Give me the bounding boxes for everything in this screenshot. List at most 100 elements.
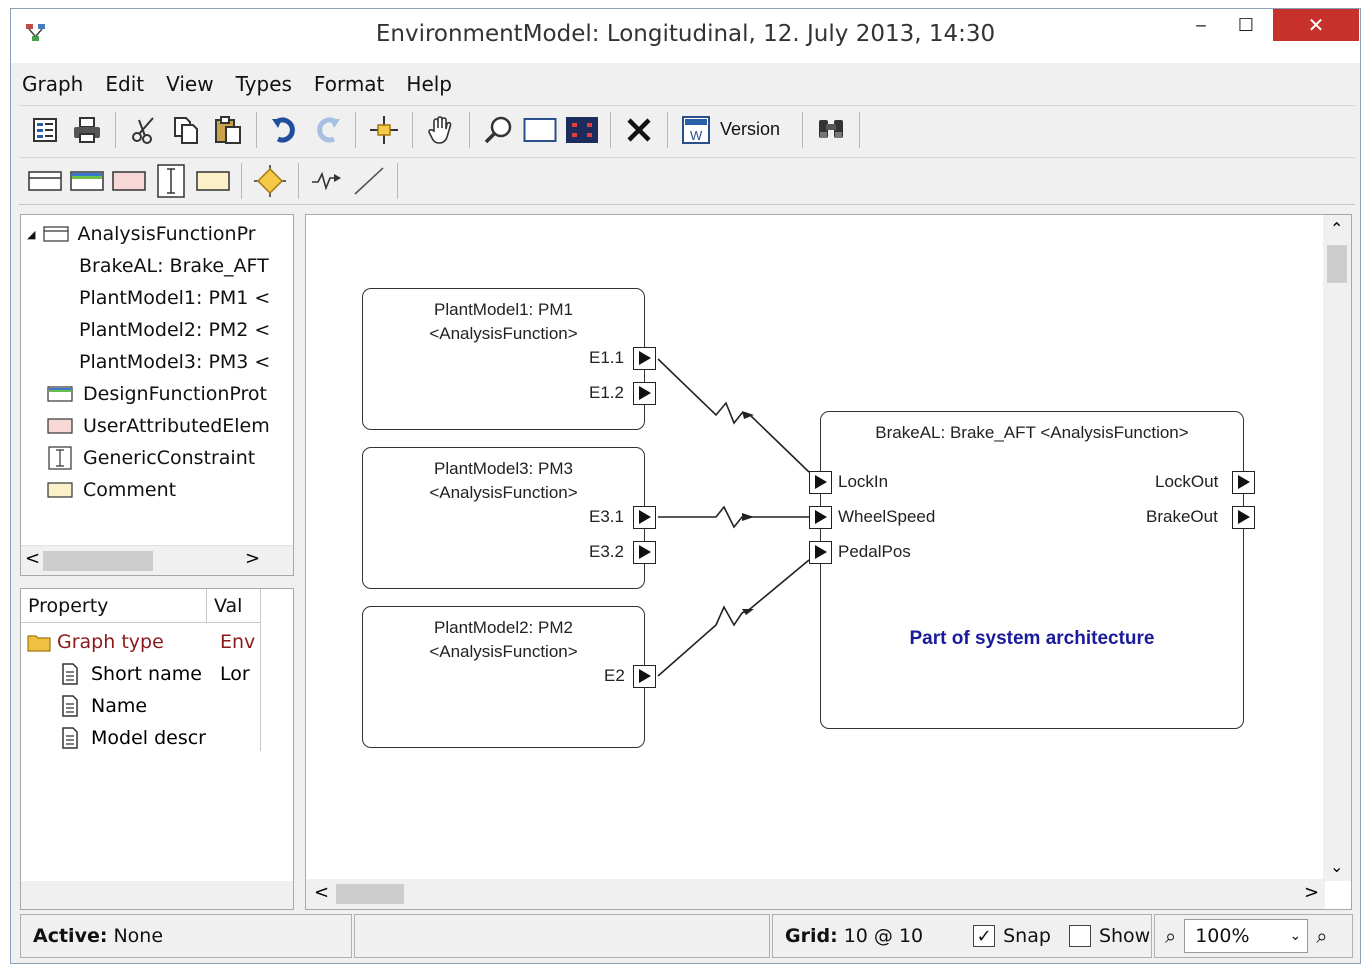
pan-button[interactable] <box>423 112 459 148</box>
scroll-up-icon[interactable]: ⌃ <box>1330 219 1343 238</box>
port-e3-2[interactable] <box>633 541 656 564</box>
user-attributed-tool[interactable] <box>111 163 147 199</box>
canvas-vertical-scrollbar[interactable]: ⌃ ⌄ <box>1323 215 1351 881</box>
rectangle-icon <box>523 117 557 142</box>
main-toolbar: W Version <box>19 105 1355 153</box>
print-button[interactable] <box>69 112 105 148</box>
scroll-right-icon[interactable]: > <box>245 548 260 569</box>
zoom-out-icon[interactable]: ⌕ <box>1165 924 1176 948</box>
redo-button[interactable] <box>309 112 345 148</box>
scroll-left-icon[interactable]: < <box>314 882 329 903</box>
analysis-function-tool[interactable] <box>27 163 63 199</box>
delete-button[interactable] <box>621 112 657 148</box>
toolbar-separator <box>256 111 257 148</box>
tree-item-plantmodel1[interactable]: PlantModel1: PM1 < <box>79 283 270 313</box>
scroll-left-icon[interactable]: < <box>25 548 40 569</box>
plantmodel2-block[interactable]: PlantModel2: PM2 <AnalysisFunction> <box>362 606 645 748</box>
port-lockin[interactable] <box>809 471 832 494</box>
comment-tool[interactable] <box>195 163 231 199</box>
toolbar-separator <box>241 163 242 199</box>
block-stereotype: <AnalysisFunction> <box>429 483 578 502</box>
version-icon-button[interactable]: W <box>678 112 714 148</box>
tree-item-label: BrakeAL: Brake_AFT <box>79 255 269 277</box>
tree-item-analysis-function[interactable]: ◢ AnalysisFunctionPr <box>27 219 256 249</box>
undo-icon <box>272 117 295 142</box>
property-row-model-description[interactable]: Model descr <box>61 722 206 754</box>
zoom-button[interactable] <box>480 112 516 148</box>
generic-constraint-tool[interactable] <box>153 163 189 199</box>
scroll-thumb[interactable] <box>1327 245 1347 283</box>
menu-edit[interactable]: Edit <box>105 72 144 96</box>
snap-checkbox[interactable]: ✓ <box>973 925 996 947</box>
version-button[interactable]: Version <box>720 119 780 140</box>
diagram-canvas[interactable]: PlantModel1: PM1 <AnalysisFunction> E1.1… <box>305 214 1352 910</box>
find-button[interactable] <box>813 112 849 148</box>
scroll-right-icon[interactable]: > <box>1304 882 1319 903</box>
property-value-short-name[interactable]: Lor <box>220 658 250 690</box>
maximize-button[interactable]: ☐ <box>1224 9 1268 41</box>
comment-icon <box>196 171 230 191</box>
port-brakeout[interactable] <box>1232 506 1255 529</box>
port-wheelspeed[interactable] <box>809 506 832 529</box>
port-label-e1-1: E1.1 <box>589 348 624 367</box>
port-e1-1[interactable] <box>633 347 656 370</box>
menu-help[interactable]: Help <box>406 72 452 96</box>
show-checkbox[interactable] <box>1068 925 1091 947</box>
port-e3-1[interactable] <box>633 506 656 529</box>
property-scrollbar[interactable] <box>21 881 293 909</box>
tree-item-comment[interactable]: Comment <box>47 475 176 505</box>
property-column-header[interactable]: Property <box>21 589 207 623</box>
close-button[interactable]: ✕ <box>1273 9 1359 41</box>
line-tool[interactable] <box>351 163 387 199</box>
snap-label[interactable]: Snap <box>1003 925 1051 947</box>
scroll-thumb[interactable] <box>336 884 404 904</box>
user-attributed-icon <box>112 171 146 191</box>
paste-button[interactable] <box>210 112 246 148</box>
add-node-button[interactable] <box>366 112 402 148</box>
block-title: PlantModel3: PM3 <box>434 459 573 478</box>
tree-item-label: DesignFunctionProt <box>83 383 268 405</box>
menu-types[interactable]: Types <box>236 72 292 96</box>
tree-item-plantmodel2[interactable]: PlantModel2: PM2 < <box>79 315 270 345</box>
cut-button[interactable] <box>126 112 162 148</box>
port-tool[interactable] <box>252 163 288 199</box>
property-row-name[interactable]: Name <box>61 690 147 722</box>
tree-item-user-attributed[interactable]: UserAttributedElem <box>47 411 270 441</box>
zoom-in-icon[interactable]: ⌕ <box>1316 924 1327 948</box>
brakeal-block[interactable]: BrakeAL: Brake_AFT <AnalysisFunction> Pa… <box>820 411 1244 729</box>
property-row-short-name[interactable]: Short name <box>61 658 202 690</box>
fit-button[interactable] <box>564 112 600 148</box>
zoom-rect-button[interactable] <box>522 112 558 148</box>
redo-icon <box>317 117 340 142</box>
properties-button[interactable] <box>27 112 63 148</box>
tree-horizontal-scrollbar[interactable]: < > <box>21 545 293 575</box>
property-row-graph-type[interactable]: Graph type <box>27 626 164 658</box>
menu-graph[interactable]: Graph <box>22 72 83 96</box>
tree-item-plantmodel3[interactable]: PlantModel3: PM3 < <box>79 347 270 377</box>
port-pedalpos[interactable] <box>809 541 832 564</box>
print-icon <box>74 116 100 143</box>
tree-item-label: UserAttributedElem <box>83 415 270 437</box>
zoom-select[interactable]: 100% ⌄ <box>1184 919 1309 953</box>
menu-view[interactable]: View <box>166 72 213 96</box>
value-column-header[interactable]: Val <box>207 589 261 623</box>
copy-button[interactable] <box>168 112 204 148</box>
design-function-tool[interactable] <box>69 163 105 199</box>
collapse-arrow-icon[interactable]: ◢ <box>27 228 35 241</box>
tree-item-generic-constraint[interactable]: GenericConstraint <box>47 443 255 473</box>
port-lockout[interactable] <box>1232 471 1255 494</box>
minimize-button[interactable]: ‒ <box>1179 9 1223 41</box>
menu-format[interactable]: Format <box>314 72 384 96</box>
tree-item-brakeal[interactable]: BrakeAL: Brake_AFT <box>79 251 269 281</box>
undo-button[interactable] <box>267 112 303 148</box>
canvas-horizontal-scrollbar[interactable]: < > <box>306 879 1325 909</box>
scroll-down-icon[interactable]: ⌄ <box>1330 857 1343 876</box>
connector-tool[interactable] <box>309 163 345 199</box>
analysis-function-icon <box>28 171 62 191</box>
show-label[interactable]: Show <box>1099 925 1150 947</box>
port-e1-2[interactable] <box>633 382 656 405</box>
tree-item-design-function[interactable]: DesignFunctionProt <box>47 379 267 409</box>
property-value-graph-type[interactable]: Env <box>220 626 255 658</box>
port-e2[interactable] <box>633 665 656 688</box>
scroll-thumb[interactable] <box>43 551 153 571</box>
